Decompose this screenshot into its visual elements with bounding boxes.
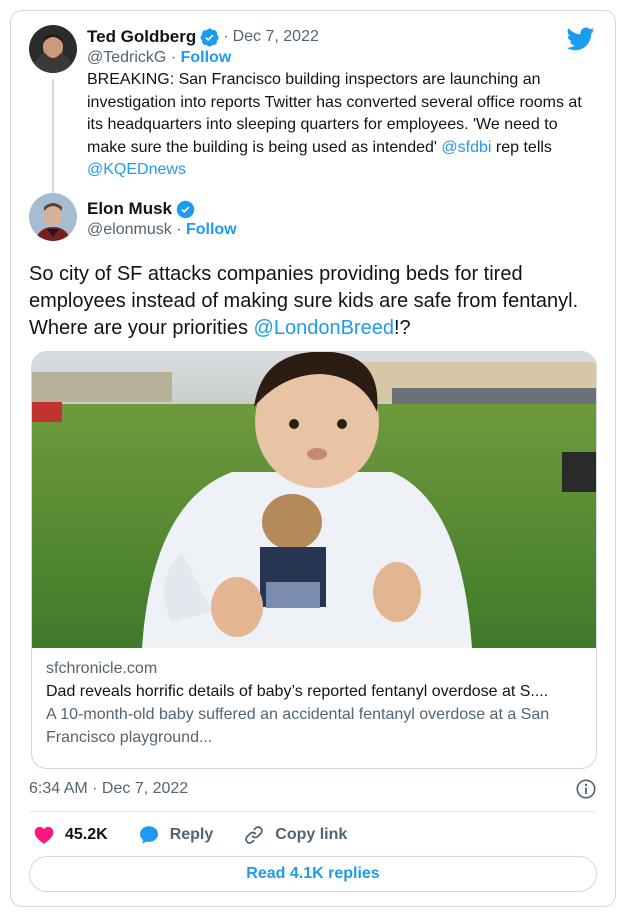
avatar-ted-goldberg[interactable] [29, 25, 77, 73]
twitter-bird-icon[interactable] [567, 27, 595, 51]
reply-button[interactable]: Reply [138, 824, 214, 846]
main-tweet-text: So city of SF attacks companies providin… [29, 261, 601, 342]
link-preview-image [32, 352, 596, 648]
avatar-elon-musk[interactable] [29, 193, 77, 241]
main-text-end: !? [393, 317, 411, 339]
link-icon [245, 826, 264, 844]
separator-dot: · [223, 28, 229, 45]
link-preview-card[interactable]: sfchronicle.com Dad reveals horrific det… [31, 351, 597, 769]
info-icon[interactable] [575, 778, 597, 800]
copy-link-button[interactable]: Copy link [243, 824, 347, 846]
timestamp-row: 6:34 AM · Dec 7, 2022 [29, 776, 597, 802]
link-domain: sfchronicle.com [46, 660, 158, 677]
parent-date[interactable]: Dec 7, 2022 [233, 28, 319, 46]
verified-badge-icon [200, 28, 219, 47]
main-header: Elon Musk [87, 199, 195, 219]
like-button[interactable]: 45.2K [33, 824, 108, 846]
like-count: 45.2K [65, 826, 108, 843]
action-bar: 45.2K Reply Copy link [33, 821, 347, 849]
parent-tweet-text: BREAKING: San Francisco building inspect… [87, 69, 587, 182]
parent-handle-row: @TedrickG · Follow [87, 49, 232, 66]
reply-label: Reply [169, 826, 214, 843]
parent-follow-link[interactable]: Follow [181, 49, 232, 66]
main-follow-link[interactable]: Follow [186, 221, 237, 238]
heart-icon [34, 826, 54, 844]
link-title: Dad reveals horrific details of baby’s r… [46, 683, 549, 700]
tweet-embed-card: Ted Goldberg · Dec 7, 2022 @TedrickG · F… [10, 10, 616, 907]
verified-badge-icon [176, 200, 195, 218]
divider [29, 811, 597, 812]
mention-kqednews[interactable]: @KQEDnews [87, 161, 186, 178]
reply-bubble-icon [139, 826, 158, 844]
link-preview-meta: sfchronicle.com Dad reveals horrific det… [46, 658, 584, 749]
main-display-name[interactable]: Elon Musk [87, 199, 172, 219]
mention-londonbreed[interactable]: @LondonBreed [254, 317, 394, 339]
mention-sfdbi[interactable]: @sfdbi [441, 139, 491, 156]
parent-handle[interactable]: @TedrickG [87, 49, 166, 66]
read-replies-button[interactable]: Read 4.1K replies [29, 856, 597, 892]
link-description: A 10-month-old baby suffered an accident… [46, 706, 550, 746]
parent-display-name[interactable]: Ted Goldberg [87, 27, 196, 47]
main-handle-row: @elonmusk · Follow [87, 221, 237, 238]
tweet-timestamp[interactable]: 6:34 AM · Dec 7, 2022 [29, 780, 188, 798]
thread-connector [52, 79, 54, 195]
parent-header: Ted Goldberg · Dec 7, 2022 [87, 27, 319, 47]
main-handle[interactable]: @elonmusk [87, 221, 172, 238]
copy-link-label: Copy link [275, 826, 348, 843]
parent-text-rep: rep tells [491, 138, 552, 156]
